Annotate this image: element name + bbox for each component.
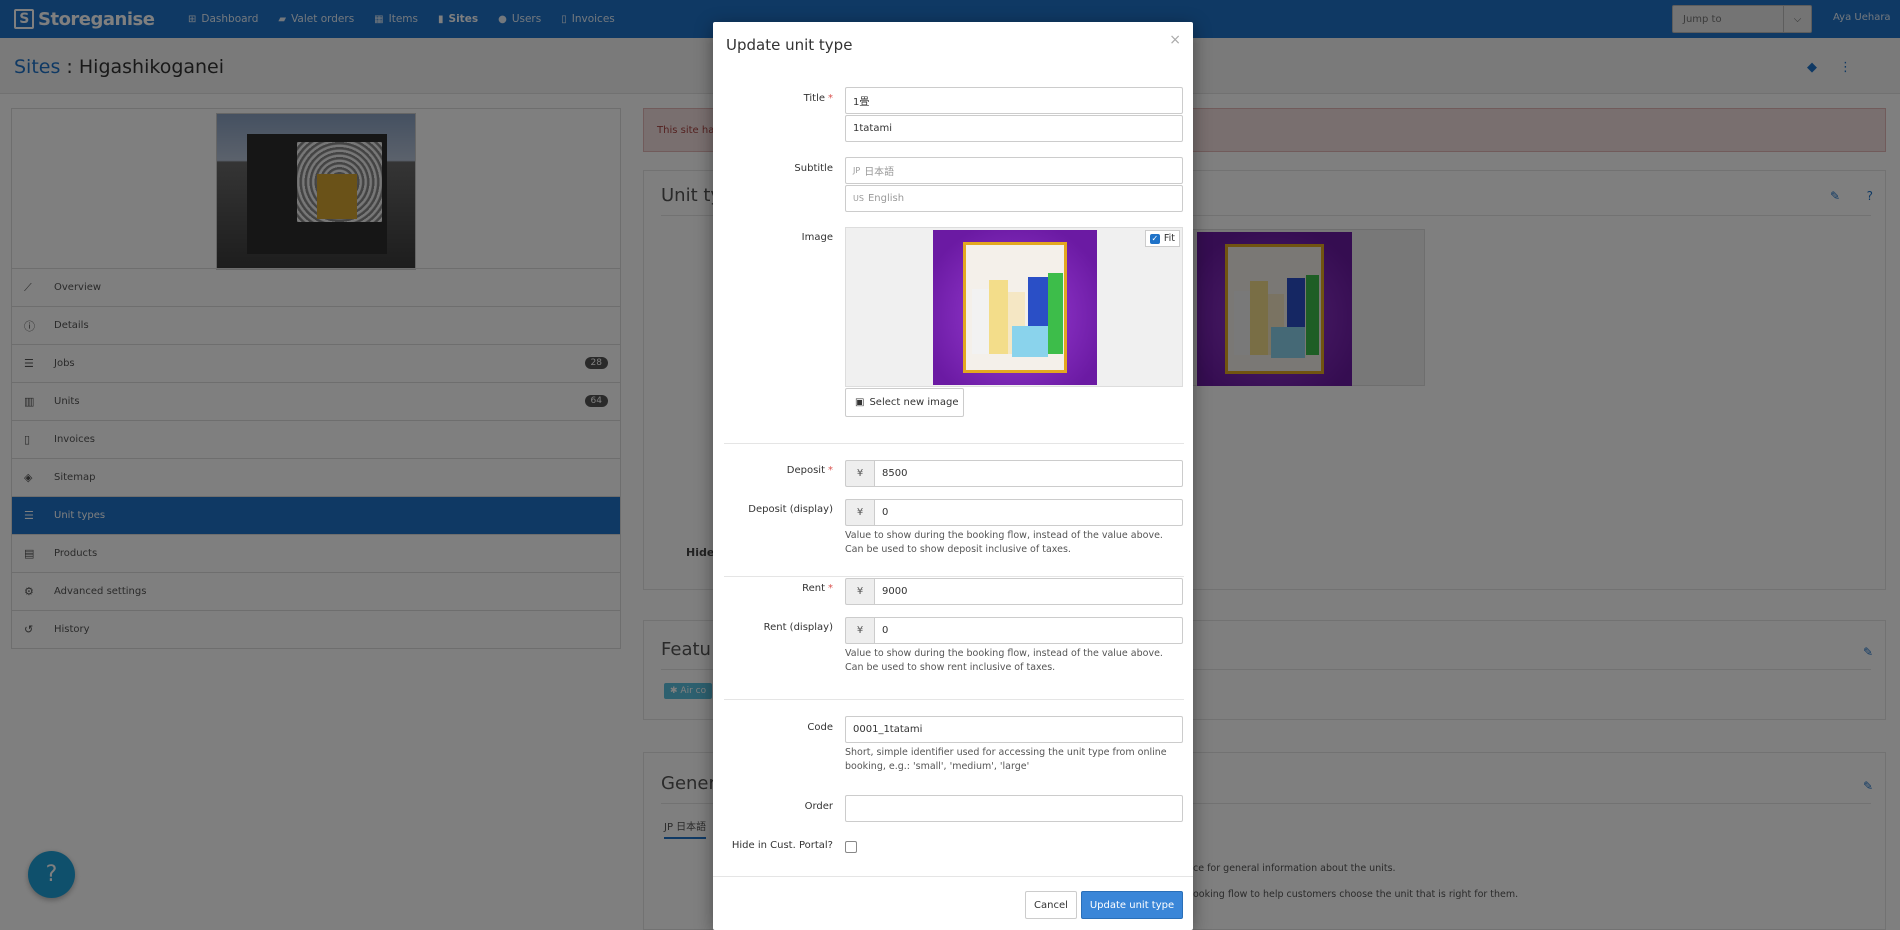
label-text: Title — [803, 93, 825, 104]
input-value: 0 — [882, 625, 889, 636]
modal-footer-divider — [713, 876, 1193, 877]
image-icon: ▣ — [855, 397, 865, 408]
subtitle-label: Subtitle — [794, 163, 833, 174]
unit-image-thumbnail — [933, 230, 1097, 385]
order-input[interactable] — [845, 795, 1183, 822]
deposit-label: Deposit * — [733, 465, 833, 476]
required-mark: * — [828, 93, 833, 104]
hide-in-portal-label: Hide in Cust. Portal? — [731, 840, 833, 851]
input-value: 1畳 — [853, 97, 870, 108]
image-preview-box: ✓ Fit — [845, 227, 1183, 387]
rent-input[interactable]: 9000 — [874, 578, 1183, 605]
update-unit-type-modal: Update unit type × Title * 1畳 1tatami Sub… — [713, 22, 1193, 930]
rent-display-input[interactable]: 0 — [874, 617, 1183, 644]
close-icon[interactable]: × — [1169, 32, 1181, 48]
divider — [724, 443, 1184, 444]
language-prefix: US — [853, 194, 864, 203]
divider — [724, 576, 1184, 577]
subtitle-en-input[interactable]: US English — [845, 185, 1183, 212]
modal-title: Update unit type — [726, 36, 853, 54]
code-help-text: Short, simple identifier used for access… — [845, 747, 1167, 772]
title-jp-input[interactable]: 1畳 — [845, 87, 1183, 114]
code-input[interactable]: 0001_1tatami — [845, 716, 1183, 743]
title-label: Title * — [733, 93, 833, 104]
required-mark: * — [828, 465, 833, 476]
label-text: Rent — [802, 583, 825, 594]
input-value: 0001_1tatami — [853, 724, 923, 735]
hide-in-portal-checkbox[interactable] — [845, 841, 857, 853]
input-placeholder: English — [867, 193, 905, 204]
input-value: 9000 — [882, 586, 908, 597]
rent-label: Rent * — [733, 583, 833, 594]
fit-checkbox[interactable]: ✓ Fit — [1144, 230, 1180, 247]
cancel-button[interactable]: Cancel — [1025, 891, 1077, 919]
rent-display-label: Rent (display) — [763, 622, 833, 633]
currency-addon: ¥ — [845, 499, 874, 526]
language-prefix: JP — [853, 166, 861, 175]
deposit-display-label: Deposit (display) — [748, 504, 833, 515]
currency-addon: ¥ — [845, 578, 874, 605]
order-label: Order — [804, 801, 833, 812]
divider — [724, 699, 1184, 700]
currency-addon: ¥ — [845, 617, 874, 644]
required-mark: * — [828, 583, 833, 594]
deposit-input[interactable]: 8500 — [874, 460, 1183, 487]
rent-help-text: Value to show during the booking flow, i… — [845, 648, 1163, 673]
code-label: Code — [807, 722, 833, 733]
deposit-display-input[interactable]: 0 — [874, 499, 1183, 526]
input-value: 8500 — [882, 468, 908, 479]
checkbox-checked-icon: ✓ — [1149, 233, 1160, 244]
input-value: 0 — [882, 507, 889, 518]
input-value: 1tatami — [853, 123, 892, 134]
button-label: Select new image — [869, 397, 959, 408]
currency-addon: ¥ — [845, 460, 874, 487]
title-en-input[interactable]: 1tatami — [845, 115, 1183, 142]
select-new-image-button[interactable]: ▣ Select new image — [845, 388, 964, 417]
image-label: Image — [801, 232, 833, 243]
deposit-help-text: Value to show during the booking flow, i… — [845, 530, 1163, 555]
subtitle-jp-input[interactable]: JP 日本語 — [845, 157, 1183, 184]
update-unit-type-button[interactable]: Update unit type — [1081, 891, 1183, 919]
fit-label: Fit — [1163, 233, 1175, 244]
input-placeholder: 日本語 — [864, 167, 895, 178]
label-text: Deposit — [786, 465, 825, 476]
